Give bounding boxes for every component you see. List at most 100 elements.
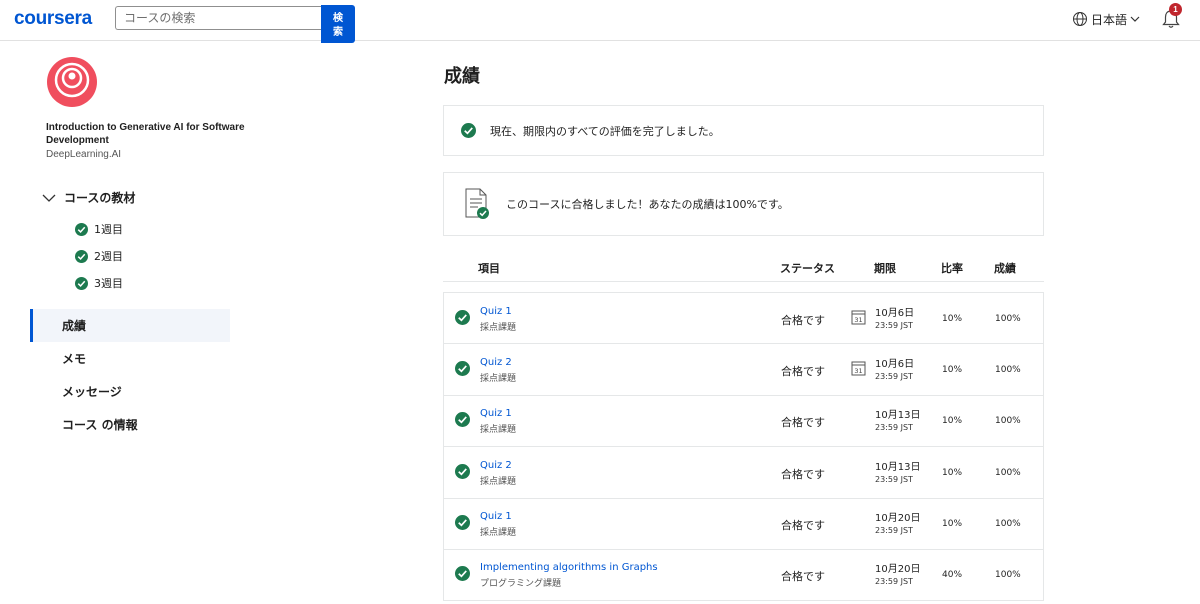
certificate-document-icon: [465, 188, 489, 219]
assignment-type: 採点課題: [480, 425, 517, 435]
due-time: 23:59 JST: [875, 475, 913, 484]
completion-notice: 現在、期限内のすべての評価を完了しました。: [443, 105, 1044, 156]
due-time: 23:59 JST: [875, 321, 913, 330]
weight-value: 40%: [942, 570, 963, 580]
check-circle-icon: [455, 310, 470, 325]
language-label: 日本語: [1091, 12, 1128, 27]
due-date: 10月13日: [875, 462, 921, 473]
assignment-type: 採点課題: [480, 528, 517, 538]
table-row[interactable]: Quiz 1 採点課題 合格です 10月13日 23:59 JST 10% 100%: [443, 395, 1044, 447]
passed-notice-text: このコースに合格しました！あなたの成績は100%です。: [506, 198, 789, 211]
sidebar-item-course-info[interactable]: コース の情報: [30, 408, 230, 441]
status-text: 合格です: [781, 365, 825, 378]
notification-badge: 1: [1169, 3, 1182, 16]
due-time: 23:59 JST: [875, 577, 913, 586]
due-date: 10月20日: [875, 513, 921, 524]
due-date: 10月20日: [875, 564, 921, 575]
assignment-link[interactable]: Quiz 2: [480, 460, 512, 471]
completion-notice-text: 現在、期限内のすべての評価を完了しました。: [490, 124, 720, 138]
status-text: 合格です: [781, 416, 825, 429]
weight-value: 10%: [942, 365, 963, 375]
course-logo-icon: [47, 57, 97, 107]
calendar-day: 31: [854, 367, 862, 375]
table-row[interactable]: Implementing algorithms in Graphs プログラミング…: [443, 549, 1044, 601]
week-label: 3週目: [94, 277, 123, 290]
column-status: ステータス: [780, 262, 835, 275]
week-label: 1週目: [94, 223, 123, 236]
assignment-type: 採点課題: [480, 323, 517, 333]
table-row[interactable]: Quiz 2 採点課題 合格です 31 10月6日 23:59 JST 10% 100%: [443, 344, 1044, 396]
check-circle-icon: [75, 276, 88, 290]
grades-table-header: 項目 ステータス 期限 比率 成績: [443, 250, 1044, 282]
course-materials-label: コースの教材: [64, 191, 136, 205]
page-title: 成績: [444, 66, 480, 87]
globe-icon: [1073, 12, 1087, 26]
weight-value: 10%: [942, 416, 963, 426]
assignment-link[interactable]: Quiz 1: [480, 306, 512, 317]
check-circle-icon: [455, 412, 470, 427]
check-circle-icon: [455, 464, 470, 479]
due-date: 10月6日: [875, 359, 915, 370]
due-time: 23:59 JST: [875, 526, 913, 535]
check-circle-icon: [455, 566, 470, 581]
table-row[interactable]: Quiz 2 採点課題 合格です 10月13日 23:59 JST 10% 100%: [443, 447, 1044, 499]
check-circle-icon: [75, 249, 88, 263]
chevron-down-icon: [42, 194, 56, 202]
weight-value: 10%: [942, 468, 963, 478]
chevron-down-icon: [1130, 16, 1140, 22]
grade-value: 100%: [995, 314, 1021, 324]
weight-value: 10%: [942, 314, 963, 324]
check-circle-icon: [461, 123, 476, 138]
check-circle-icon: [455, 515, 470, 530]
status-text: 合格です: [781, 314, 825, 327]
search-button[interactable]: 検 索: [321, 5, 355, 43]
grade-value: 100%: [995, 365, 1021, 375]
status-text: 合格です: [781, 519, 825, 532]
table-row[interactable]: Quiz 1 採点課題 合格です 10月20日 23:59 JST 10% 100%: [443, 498, 1044, 550]
column-item: 項目: [478, 262, 500, 275]
sidebar-item-week-2[interactable]: 2週目: [75, 248, 123, 264]
assignment-link[interactable]: Quiz 2: [480, 357, 512, 368]
column-due: 期限: [874, 262, 896, 275]
language-selector[interactable]: 日本語: [1072, 10, 1140, 28]
course-title: Introduction to Generative AI for Softwa…: [46, 122, 245, 146]
calendar-day: 31: [854, 316, 862, 324]
course-org: DeepLearning.AI: [46, 149, 122, 160]
grade-value: 100%: [995, 570, 1021, 580]
assignment-type: 採点課題: [480, 374, 517, 384]
due-time: 23:59 JST: [875, 372, 913, 381]
sidebar-item-grades[interactable]: 成績: [30, 309, 230, 342]
passed-notice: このコースに合格しました！あなたの成績は100%です。: [443, 172, 1044, 236]
week-label: 2週目: [94, 250, 123, 263]
due-date: 10月13日: [875, 410, 921, 421]
sidebar-item-week-1[interactable]: 1週目: [75, 221, 123, 237]
status-text: 合格です: [781, 570, 825, 583]
search-input[interactable]: [115, 6, 321, 30]
status-text: 合格です: [781, 468, 825, 481]
calendar-icon: 31: [851, 310, 866, 325]
table-row[interactable]: Quiz 1 採点課題 合格です 31 10月6日 23:59 JST 10% 100%: [443, 292, 1044, 344]
grade-value: 100%: [995, 416, 1021, 426]
calendar-icon: 31: [851, 361, 866, 376]
search-button-label: 検 索: [333, 13, 343, 38]
weight-value: 10%: [942, 519, 963, 529]
sidebar-item-week-3[interactable]: 3週目: [75, 275, 123, 291]
grade-value: 100%: [995, 468, 1021, 478]
course-materials-toggle[interactable]: コースの教材: [42, 189, 135, 206]
assignment-type: 採点課題: [480, 477, 517, 487]
check-circle-icon: [75, 222, 88, 236]
sidebar-item-messages[interactable]: メッセージ: [30, 375, 230, 408]
column-grade: 成績: [994, 262, 1016, 275]
due-time: 23:59 JST: [875, 423, 913, 432]
top-header: coursera 検 索 日本語 1: [0, 0, 1200, 43]
due-date: 10月6日: [875, 308, 915, 319]
assignment-link[interactable]: Quiz 1: [480, 408, 512, 419]
grade-value: 100%: [995, 519, 1021, 529]
assignment-link[interactable]: Implementing algorithms in Graphs: [480, 562, 658, 573]
sidebar-item-notes[interactable]: メモ: [30, 342, 230, 375]
coursera-logo[interactable]: coursera: [14, 8, 92, 30]
check-circle-icon: [455, 361, 470, 376]
assignment-link[interactable]: Quiz 1: [480, 511, 512, 522]
assignment-type: プログラミング課題: [480, 579, 562, 589]
column-weight: 比率: [941, 262, 963, 275]
